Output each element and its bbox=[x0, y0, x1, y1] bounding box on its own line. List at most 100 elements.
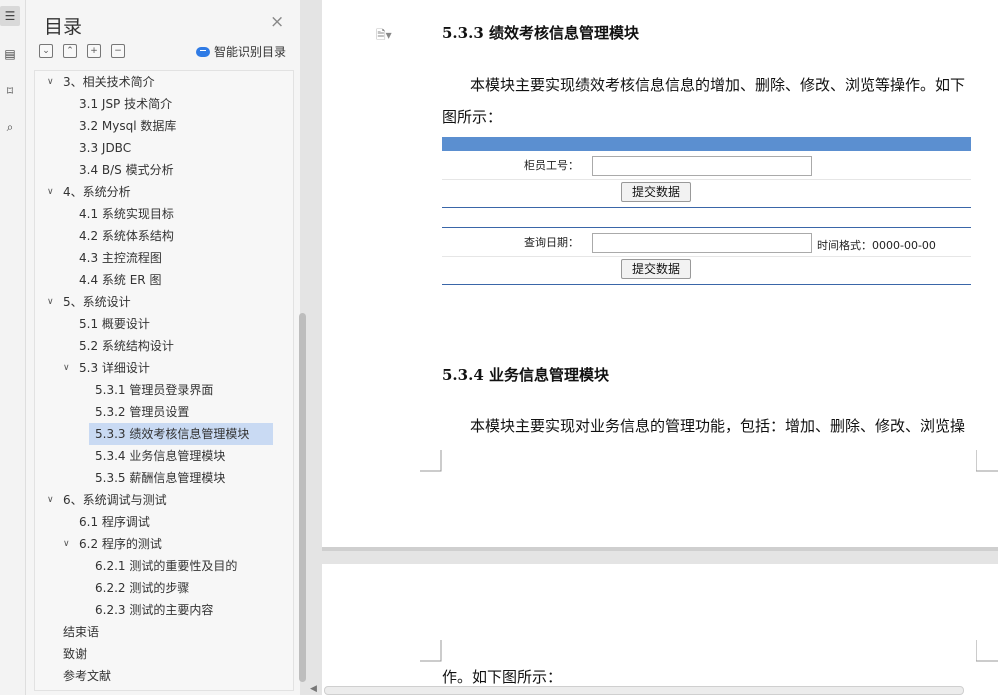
toc-item[interactable]: 3.3 JDBC bbox=[37, 137, 273, 159]
toc-item-label: 5.3 详细设计 bbox=[79, 361, 150, 375]
toc-item-label: 6.2 程序的测试 bbox=[79, 537, 162, 551]
toc-item[interactable]: 5.3.5 薪酬信息管理模块 bbox=[37, 467, 273, 489]
chevron-down-icon[interactable]: ∨ bbox=[63, 533, 70, 555]
submit-button-1: 提交数据 bbox=[621, 182, 692, 202]
toc-panel: 目录 × ⌄ ⌃ + − 智能识别目录 ∨ 3、相关技术简介 3.1 JSP 技术简… bbox=[26, 0, 306, 695]
date-format-hint: 时间格式：0000-00-00 bbox=[817, 239, 936, 252]
paragraph-533-line1: 本模块主要实现绩效考核信息信息的增加、删除、修改、浏览等操作。如下 bbox=[470, 76, 966, 94]
toc-item[interactable]: 5.3.1 管理员登录界面 bbox=[37, 379, 273, 401]
toc-item-label: 致谢 bbox=[63, 647, 88, 661]
chevron-down-icon[interactable]: ∨ bbox=[47, 291, 54, 313]
query-date-label: 查询日期： bbox=[524, 236, 579, 249]
submit-button-2: 提交数据 bbox=[621, 259, 692, 279]
toc-item[interactable]: 6.2.2 测试的步骤 bbox=[37, 577, 273, 599]
bookmark-icon[interactable]: ⌑ bbox=[0, 81, 20, 101]
toc-item-label: 3.2 Mysql 数据库 bbox=[79, 119, 177, 133]
toc-item-label: 3.4 B/S 模式分析 bbox=[79, 163, 174, 177]
toc-item[interactable]: 5.3.3 绩效考核信息管理模块 bbox=[37, 423, 273, 445]
section-rule bbox=[442, 284, 971, 285]
section-rule bbox=[442, 227, 971, 228]
toc-item[interactable]: 6.1 程序调试 bbox=[37, 511, 273, 533]
section-heading-533: 5.3.3 绩效考核信息管理模块 bbox=[442, 24, 639, 42]
toc-title: 目录 bbox=[44, 16, 83, 38]
figure-header-bar bbox=[442, 137, 971, 151]
add-heading-icon[interactable]: + bbox=[87, 44, 101, 58]
page-gap bbox=[322, 547, 998, 551]
toc-item-label: 3.3 JDBC bbox=[79, 141, 132, 155]
chevron-down-icon[interactable]: ∨ bbox=[47, 71, 54, 93]
toc-item[interactable]: 6.2.3 测试的主要内容 bbox=[37, 599, 273, 621]
crop-mark bbox=[420, 450, 442, 472]
toc-item-label: 5、系统设计 bbox=[63, 295, 131, 309]
smart-toc-label: 智能识别目录 bbox=[214, 45, 287, 59]
toc-item-label: 5.2 系统结构设计 bbox=[79, 339, 174, 353]
horizontal-scrollbar[interactable] bbox=[324, 686, 964, 695]
toc-item-label: 4.1 系统实现目标 bbox=[79, 207, 174, 221]
toc-tree: ∨ 3、相关技术简介 3.1 JSP 技术简介 3.2 Mysql 数据库 3.3 JD… bbox=[34, 70, 294, 691]
toc-item[interactable]: 4.3 主控流程图 bbox=[37, 247, 273, 269]
toc-item-label: 6.2.3 测试的主要内容 bbox=[95, 603, 214, 617]
toc-item-label: 4.2 系统体系结构 bbox=[79, 229, 174, 243]
paragraph-534-continuation: 作。如下图所示： bbox=[442, 668, 563, 686]
toc-item-label: 6、系统调试与测试 bbox=[63, 493, 167, 507]
toc-item[interactable]: 3.4 B/S 模式分析 bbox=[37, 159, 273, 181]
toc-item[interactable]: 5.2 系统结构设计 bbox=[37, 335, 273, 357]
scroll-left-icon[interactable]: ◀ bbox=[310, 684, 317, 694]
toc-item-label: 5.3.5 薪酬信息管理模块 bbox=[95, 471, 226, 485]
collapse-all-icon[interactable]: ⌄ bbox=[39, 44, 53, 58]
page-menu-icon[interactable]: 🗎▾ bbox=[376, 26, 392, 47]
toc-item-label: 5.3.4 业务信息管理模块 bbox=[95, 449, 226, 463]
toc-item-label: 5.3.3 绩效考核信息管理模块 bbox=[95, 427, 250, 441]
remove-heading-icon[interactable]: − bbox=[111, 44, 125, 58]
chevron-down-icon[interactable]: ∨ bbox=[63, 357, 70, 379]
toc-item[interactable]: ∨ 3、相关技术简介 bbox=[37, 71, 273, 93]
toc-item[interactable]: 5.3.2 管理员设置 bbox=[37, 401, 273, 423]
toc-item[interactable]: 结束语 bbox=[37, 621, 273, 643]
toc-item[interactable]: 致谢 bbox=[37, 643, 273, 665]
staff-id-label: 柜员工号： bbox=[524, 159, 579, 172]
staff-id-input bbox=[592, 156, 812, 176]
toc-scrollbar-thumb[interactable] bbox=[299, 313, 306, 682]
toc-item-label: 4.4 系统 ER 图 bbox=[79, 273, 162, 287]
toc-item-label: 3、相关技术简介 bbox=[63, 75, 155, 89]
row-divider bbox=[442, 179, 971, 180]
toc-item[interactable]: 4.4 系统 ER 图 bbox=[37, 269, 273, 291]
ai-icon bbox=[196, 46, 210, 57]
toc-item-label: 6.2.1 测试的重要性及目的 bbox=[95, 559, 238, 573]
chevron-down-icon[interactable]: ∨ bbox=[47, 489, 54, 511]
toc-item[interactable]: 4.1 系统实现目标 bbox=[37, 203, 273, 225]
toc-item[interactable]: 4.2 系统体系结构 bbox=[37, 225, 273, 247]
smart-toc-button[interactable]: 智能识别目录 bbox=[196, 43, 286, 60]
toc-item[interactable]: 5.3.4 业务信息管理模块 bbox=[37, 445, 273, 467]
query-date-input bbox=[592, 233, 812, 253]
toc-item[interactable]: 3.1 JSP 技术简介 bbox=[37, 93, 273, 115]
expand-up-icon[interactable]: ⌃ bbox=[63, 44, 77, 58]
chevron-down-icon[interactable]: ∨ bbox=[47, 181, 54, 203]
toc-item-label: 4、系统分析 bbox=[63, 185, 131, 199]
thumbnail-icon[interactable]: ▤ bbox=[0, 44, 20, 64]
toc-item[interactable]: ∨ 6.2 程序的测试 bbox=[37, 533, 273, 555]
close-icon[interactable]: × bbox=[270, 12, 284, 32]
document-page-next bbox=[322, 564, 998, 695]
toc-item-label: 5.3.1 管理员登录界面 bbox=[95, 383, 214, 397]
toc-item[interactable]: ∨ 5.3 详细设计 bbox=[37, 357, 273, 379]
section-heading-534: 5.3.4 业务信息管理模块 bbox=[442, 366, 609, 384]
toc-item[interactable]: 5.1 概要设计 bbox=[37, 313, 273, 335]
toc-item[interactable]: ∨ 4、系统分析 bbox=[37, 181, 273, 203]
crop-mark bbox=[420, 640, 442, 662]
toc-panel-icon[interactable]: ☰ bbox=[0, 6, 20, 26]
toc-item[interactable]: ∨ 5、系统设计 bbox=[37, 291, 273, 313]
toc-item-label: 5.3.2 管理员设置 bbox=[95, 405, 190, 419]
paragraph-533-line2: 图所示： bbox=[442, 108, 503, 126]
crop-mark bbox=[976, 640, 998, 662]
toc-item-label: 4.3 主控流程图 bbox=[79, 251, 162, 265]
toc-item[interactable]: ∨ 6、系统调试与测试 bbox=[37, 489, 273, 511]
form-figure: 柜员工号： 提交数据 查询日期： 时间格式：0000-00-00 提交数据 bbox=[442, 137, 971, 287]
toc-item[interactable]: 参考文献 bbox=[37, 665, 273, 687]
paragraph-534-line1: 本模块主要实现对业务信息的管理功能，包括：增加、删除、修改、浏览操 bbox=[470, 417, 966, 435]
toc-item-label: 6.1 程序调试 bbox=[79, 515, 150, 529]
toc-item[interactable]: 6.2.1 测试的重要性及目的 bbox=[37, 555, 273, 577]
section-rule bbox=[442, 207, 971, 208]
toc-item[interactable]: 3.2 Mysql 数据库 bbox=[37, 115, 273, 137]
search-icon[interactable]: ⌕ bbox=[0, 117, 20, 137]
